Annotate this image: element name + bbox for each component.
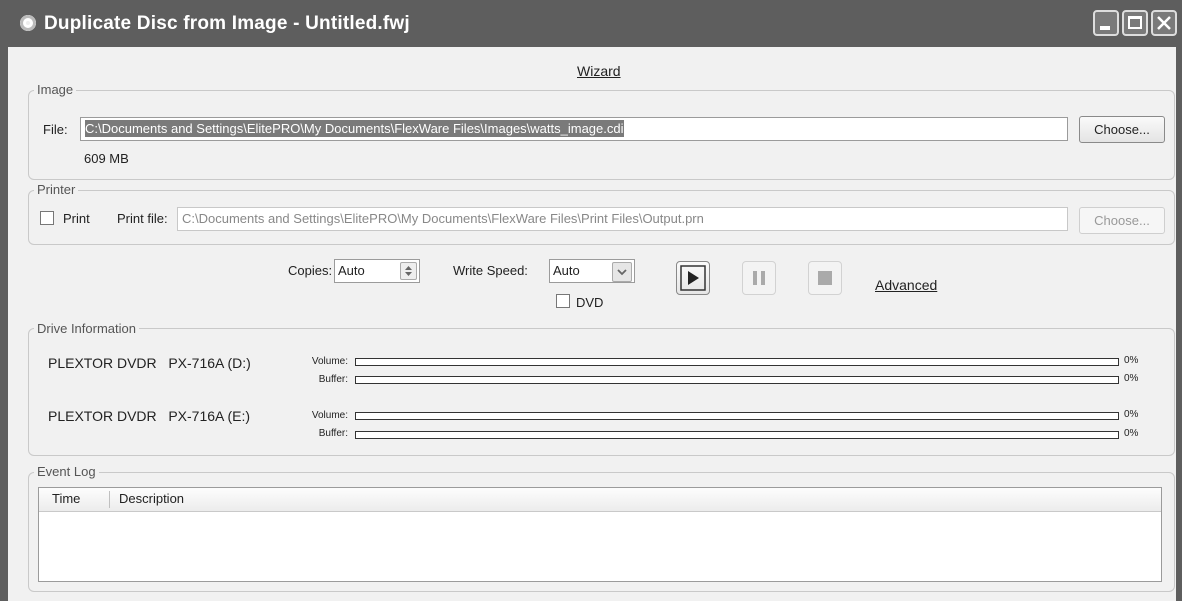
volume-label: Volume: <box>311 410 348 421</box>
stop-icon <box>818 271 832 285</box>
print-file-label: Print file: <box>117 211 168 226</box>
file-label: File: <box>43 122 68 137</box>
volume-pct-d: 0% <box>1124 355 1139 366</box>
printer-choose-button[interactable]: Choose... <box>1079 207 1165 234</box>
buffer-label: Buffer: <box>318 374 348 385</box>
copies-label: Copies: <box>288 263 333 278</box>
image-group-label: Image <box>34 82 77 97</box>
close-button[interactable] <box>1151 10 1177 36</box>
disc-icon <box>20 15 36 31</box>
window-border-right <box>1176 47 1182 601</box>
printer-group-label: Printer <box>34 182 79 197</box>
volume-pct-e: 0% <box>1124 409 1139 420</box>
dvd-checkbox[interactable] <box>556 294 570 308</box>
volume-bar-e <box>355 412 1119 420</box>
copies-value: Auto <box>338 263 365 278</box>
pause-button[interactable] <box>742 261 776 295</box>
start-button[interactable] <box>676 261 710 295</box>
buffer-label: Buffer: <box>318 428 348 439</box>
dvd-label: DVD <box>576 295 604 310</box>
column-divider[interactable] <box>109 491 110 508</box>
window-border-left <box>0 47 8 601</box>
advanced-link[interactable]: Advanced <box>875 277 937 293</box>
duplicate-disc-window: Duplicate Disc from Image - Untitled.fwj… <box>0 0 1182 601</box>
print-file-field[interactable]: C:\Documents and Settings\ElitePRO\My Do… <box>177 207 1068 231</box>
buffer-bar-d <box>355 376 1119 384</box>
print-label: Print <box>63 211 90 226</box>
title-bar[interactable]: Duplicate Disc from Image - Untitled.fwj <box>0 0 1182 47</box>
play-icon <box>680 265 706 291</box>
write-speed-label: Write Speed: <box>453 263 528 278</box>
image-file-field[interactable]: C:\Documents and Settings\ElitePRO\My Do… <box>80 117 1068 141</box>
chevron-down-icon[interactable] <box>612 262 632 282</box>
column-header-time[interactable]: Time <box>52 491 80 506</box>
stop-button[interactable] <box>808 261 842 295</box>
close-icon <box>1157 16 1171 30</box>
print-checkbox[interactable] <box>40 211 54 225</box>
minimize-icon <box>1100 26 1110 30</box>
image-size: 609 MB <box>84 151 129 166</box>
drive-info-group-label: Drive Information <box>34 321 139 336</box>
window-title: Duplicate Disc from Image - Untitled.fwj <box>44 13 410 34</box>
maximize-icon <box>1128 16 1142 29</box>
buffer-pct-e: 0% <box>1124 428 1139 439</box>
copies-stepper[interactable]: Auto <box>334 259 420 283</box>
event-log-table[interactable]: Time Description <box>38 487 1162 582</box>
event-log-header: Time Description <box>39 488 1161 512</box>
buffer-pct-d: 0% <box>1124 373 1139 384</box>
volume-label: Volume: <box>311 356 348 367</box>
drive-name-e: PLEXTOR DVDR PX-716A (E:) <box>48 408 251 424</box>
print-file-value: C:\Documents and Settings\ElitePRO\My Do… <box>182 211 704 226</box>
image-file-value: C:\Documents and Settings\ElitePRO\My Do… <box>85 120 624 137</box>
write-speed-select[interactable]: Auto <box>549 259 635 283</box>
image-choose-button[interactable]: Choose... <box>1079 116 1165 143</box>
write-speed-value: Auto <box>553 263 580 278</box>
maximize-button[interactable] <box>1122 10 1148 36</box>
column-header-description[interactable]: Description <box>119 491 184 506</box>
minimize-button[interactable] <box>1093 10 1119 36</box>
drive-name-d: PLEXTOR DVDR PX-716A (D:) <box>48 355 251 371</box>
pause-icon <box>753 271 765 285</box>
volume-bar-d <box>355 358 1119 366</box>
buffer-bar-e <box>355 431 1119 439</box>
wizard-link[interactable]: Wizard <box>577 63 621 79</box>
spin-arrows-icon[interactable] <box>400 262 417 280</box>
event-log-group-label: Event Log <box>34 464 99 479</box>
